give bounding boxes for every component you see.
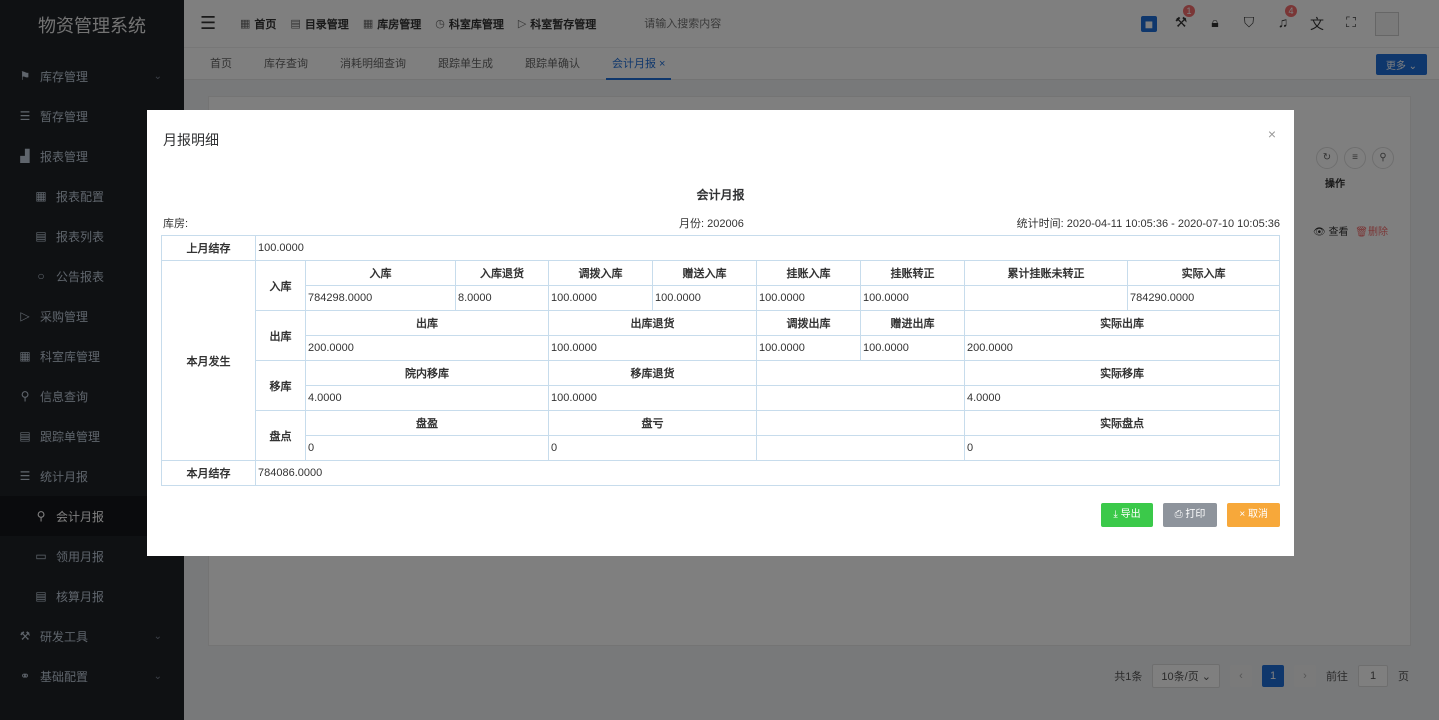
month-label: 月份: 202006 [679, 218, 744, 230]
in-header: 实际入库 [1126, 260, 1281, 286]
this-month-label: 本月发生 [161, 260, 256, 461]
move-header: 实际移库 [963, 360, 1281, 386]
out-value: 100.0000 [548, 335, 757, 361]
in-header: 挂账入库 [756, 260, 861, 286]
out-value: 100.0000 [756, 335, 861, 361]
out-header: 赠进出库 [860, 310, 965, 336]
check-header: 盘盈 [305, 410, 549, 436]
move-value: 100.0000 [548, 385, 757, 411]
check-header: 盘亏 [548, 410, 757, 436]
in-value: 100.0000 [756, 285, 861, 311]
check-header [756, 410, 965, 436]
in-header: 入库 [305, 260, 456, 286]
move-value [756, 385, 965, 411]
in-value: 100.0000 [860, 285, 965, 311]
out-header: 出库 [305, 310, 549, 336]
move-header: 院内移库 [305, 360, 549, 386]
out-header: 调拨出库 [756, 310, 861, 336]
end-month-value: 784086.0000 [254, 460, 1281, 486]
modal-buttons: ⤓ 导出 ⎙ 打印 × 取消 [1101, 503, 1280, 527]
out-value: 200.0000 [963, 335, 1281, 361]
report-title: 会计月报 [696, 188, 745, 202]
in-header: 累计挂账未转正 [964, 260, 1128, 286]
in-value: 784298.0000 [305, 285, 456, 311]
report-table: 上月结存 100.0000 本月发生 入库 入库 入库退货 调拨入库 赠送入库 … [161, 235, 1281, 486]
out-value: 200.0000 [305, 335, 549, 361]
in-header: 挂账转正 [860, 260, 965, 286]
out-header: 出库退货 [548, 310, 757, 336]
report-modal: 月报明细 × 会计月报 库房: 月份: 202006 统计时间: 2020-04… [147, 110, 1294, 556]
check-value: 0 [963, 435, 1281, 461]
last-month-label: 上月结存 [161, 235, 256, 261]
check-value: 0 [305, 435, 549, 461]
in-value [964, 285, 1128, 311]
check-label: 盘点 [255, 410, 306, 461]
in-header: 调拨入库 [548, 260, 653, 286]
modal-title: 月报明细 [163, 132, 219, 148]
print-button[interactable]: ⎙ 打印 [1162, 503, 1218, 527]
last-month-value: 100.0000 [254, 235, 1281, 261]
in-header: 入库退货 [455, 260, 549, 286]
check-header: 实际盘点 [963, 410, 1281, 436]
in-label: 入库 [255, 260, 306, 311]
out-label: 出库 [255, 310, 306, 361]
move-header: 移库退货 [548, 360, 757, 386]
in-value: 100.0000 [548, 285, 653, 311]
check-value [756, 435, 965, 461]
move-value: 4.0000 [305, 385, 549, 411]
check-value: 0 [548, 435, 757, 461]
warehouse-label: 库房: [163, 218, 189, 230]
out-value: 100.0000 [860, 335, 965, 361]
stat-time: 统计时间: 2020-04-11 10:05:36 - 2020-07-10 1… [1016, 218, 1280, 230]
move-label: 移库 [255, 360, 306, 411]
out-header: 实际出库 [963, 310, 1281, 336]
in-value: 100.0000 [652, 285, 757, 311]
in-value: 8.0000 [455, 285, 549, 311]
export-button[interactable]: ⤓ 导出 [1101, 503, 1153, 527]
end-month-label: 本月结存 [161, 460, 256, 486]
in-header: 赠送入库 [652, 260, 757, 286]
move-value: 4.0000 [963, 385, 1281, 411]
cancel-button[interactable]: × 取消 [1227, 503, 1280, 527]
in-value: 784290.0000 [1126, 285, 1281, 311]
close-icon[interactable]: × [1268, 126, 1276, 142]
move-header [756, 360, 965, 386]
